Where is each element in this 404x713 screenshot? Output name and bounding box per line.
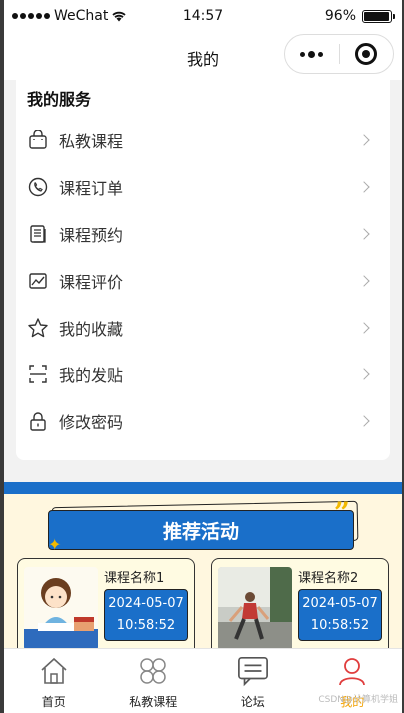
- chevron-right-icon: [358, 321, 370, 334]
- course-time: 10:58:52: [116, 618, 176, 633]
- document-icon: [27, 223, 49, 245]
- activity-card[interactable]: 课程名称2 2024-05-07 10:58:52: [211, 558, 389, 658]
- chevron-right-icon: [358, 368, 370, 381]
- course-datetime: 2024-05-07 10:58:52: [298, 589, 382, 641]
- chevron-right-icon: [358, 275, 370, 287]
- activity-card[interactable]: 课程名称1 2024-05-07 10:58:52: [17, 558, 195, 658]
- battery-percent: 96%: [324, 8, 356, 24]
- course-name: 课程名称2: [298, 571, 359, 586]
- section-divider: [4, 482, 402, 494]
- more-button[interactable]: [285, 50, 339, 58]
- bag-icon: [27, 129, 49, 151]
- service-item-change-password[interactable]: 修改密码: [16, 398, 390, 445]
- service-item-private-course[interactable]: 私教课程: [16, 117, 390, 164]
- service-item-label: 课程订单: [59, 179, 124, 199]
- services-heading: 我的服务: [27, 90, 92, 109]
- status-bar: WeChat 14:57 96%: [4, 0, 402, 32]
- star-icon: [27, 317, 49, 339]
- tab-label: 首页: [41, 695, 66, 709]
- navigation-bar: 我的: [4, 32, 402, 80]
- course-thumbnail: [218, 567, 292, 651]
- clover-icon: [137, 655, 169, 687]
- service-item-course-booking[interactable]: 课程预约: [16, 211, 390, 258]
- recommended-activity-section: 推荐活动 ✦ ” 课程名称1 2024-05-07 10:58:52 课程名称2…: [4, 494, 402, 658]
- bottom-tab-bar: 首页 私教课程 论坛 我的 CSDN@计算机学姐: [4, 648, 402, 713]
- phone-screen: WeChat 14:57 96% 我的 我的服务 私教课程 课程订单 课程预约 …: [4, 0, 402, 713]
- tab-label: 论坛: [240, 695, 265, 709]
- course-datetime: 2024-05-07 10:58:52: [104, 589, 188, 641]
- course-time: 10:58:52: [310, 618, 370, 633]
- chevron-right-icon: [358, 134, 370, 147]
- battery-icon: [362, 9, 395, 23]
- chevron-right-icon: [358, 181, 370, 193]
- tab-home[interactable]: 首页: [4, 649, 104, 713]
- close-button[interactable]: [339, 43, 393, 65]
- service-item-favorites[interactable]: 我的收藏: [16, 304, 390, 351]
- watermark: CSDN@计算机学姐: [318, 695, 398, 705]
- activity-title: 推荐活动: [48, 510, 354, 550]
- chevron-right-icon: [358, 228, 370, 240]
- chevron-right-icon: [358, 415, 370, 427]
- chat-icon: [237, 655, 269, 687]
- scan-icon: [27, 363, 49, 385]
- chart-icon: [27, 270, 49, 292]
- activity-banner: 推荐活动 ✦ ”: [48, 496, 359, 554]
- tab-label: 私教课程: [129, 695, 178, 709]
- target-icon: [355, 43, 378, 65]
- service-item-label: 修改密码: [59, 413, 124, 433]
- service-item-label: 课程评价: [59, 272, 124, 292]
- home-icon: [38, 655, 70, 687]
- lock-icon: [27, 410, 49, 432]
- sparkle-icon: ✦: [48, 535, 62, 554]
- service-item-label: 我的收藏: [59, 319, 124, 339]
- course-name: 课程名称1: [104, 571, 165, 586]
- mini-program-capsule: [284, 34, 394, 74]
- service-item-label: 我的发贴: [59, 366, 124, 386]
- service-item-course-reviews[interactable]: 课程评价: [16, 257, 390, 304]
- course-date: 2024-05-07: [302, 596, 378, 611]
- tab-forum[interactable]: 论坛: [203, 649, 303, 713]
- services-card: 我的服务 私教课程 课程订单 课程预约 课程评价 我的收藏 我的发贴 修改密码: [16, 80, 390, 460]
- course-thumbnail: [24, 567, 98, 651]
- course-date: 2024-05-07: [108, 596, 184, 611]
- user-icon: [336, 655, 368, 687]
- service-item-label: 课程预约: [59, 225, 124, 245]
- service-item-course-orders[interactable]: 课程订单: [16, 164, 390, 211]
- phone-circle-icon: [27, 176, 49, 198]
- service-item-my-posts[interactable]: 我的发贴: [16, 351, 390, 398]
- service-item-label: 私教课程: [59, 132, 124, 152]
- quote-icon: ”: [333, 496, 350, 529]
- battery-group: 96%: [324, 8, 395, 24]
- tab-private-course[interactable]: 私教课程: [104, 649, 204, 713]
